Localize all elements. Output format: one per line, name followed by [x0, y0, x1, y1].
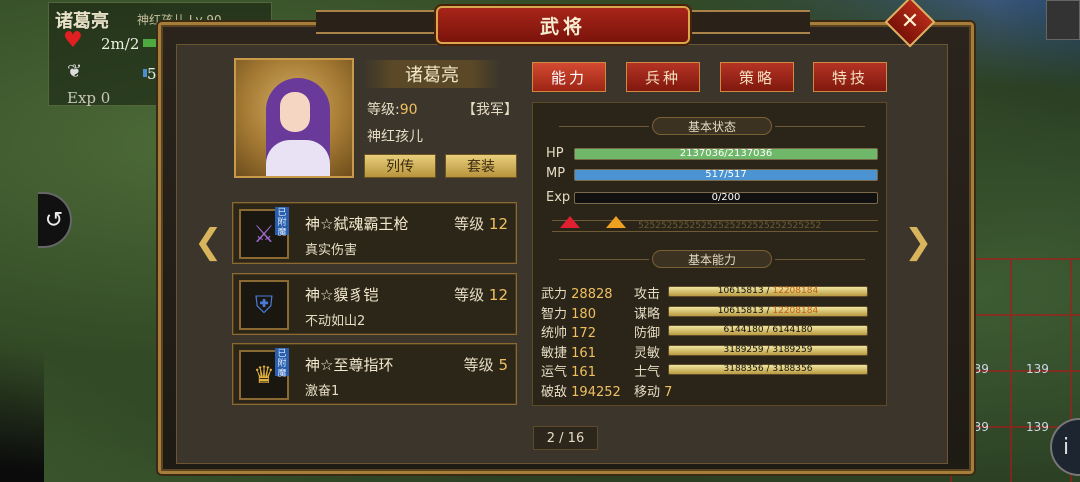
- hp-value: 2137036/2137036: [679, 148, 773, 159]
- tab-ability[interactable]: 能力: [532, 62, 606, 92]
- next-general-button[interactable]: ❯: [904, 222, 933, 262]
- equipment-name: 神☆弑魂霸王枪: [305, 215, 409, 233]
- exp-bar: 0/200: [574, 192, 878, 204]
- attribute-3: 敏捷 161: [541, 345, 596, 361]
- hp-label: HP: [546, 146, 564, 161]
- wing-icon: ❦: [67, 61, 83, 82]
- general-faction: 【我军】: [462, 102, 518, 118]
- basic-ability-heading: 基本能力: [559, 250, 865, 268]
- hp-bar: 2137036/2137036: [574, 148, 878, 160]
- unit-exp-text: Exp 0: [67, 89, 111, 107]
- attribute-1: 智力 180: [541, 306, 596, 322]
- close-icon: ✕: [900, 9, 920, 34]
- enchanted-badge: 已附魔: [275, 348, 289, 379]
- equipment-effect: 激奋1: [305, 384, 340, 399]
- heart-icon: ♥: [63, 28, 83, 53]
- equipment-level: 等级 12: [454, 286, 508, 304]
- equipment-level: 等级 5: [463, 356, 508, 374]
- mp-label: MP: [546, 166, 566, 181]
- unit-hp-text: 2m/2: [101, 35, 140, 53]
- derived-label-0: 攻击: [634, 287, 661, 302]
- level-up-arrow-red-icon: [560, 216, 580, 228]
- attribute-2: 统帅 172: [541, 326, 596, 342]
- title-ornament-right: [690, 10, 810, 34]
- equipment-slot-accessory[interactable]: ♛ 已附魔 神☆至尊指环 等级 5 激奋1: [232, 343, 517, 405]
- derived-label-2: 防御: [634, 326, 661, 342]
- exp-label: Exp: [546, 190, 571, 205]
- derived-label-4: 士气: [634, 365, 661, 381]
- title-ornament-left: [316, 10, 436, 34]
- equipment-slot-armor[interactable]: ⛨ 神☆貘豸铠 等级 12 不动如山2: [232, 273, 517, 335]
- tab-strategy[interactable]: 策略: [720, 62, 794, 92]
- grid-number: 139: [1026, 420, 1049, 434]
- general-title: 神红孩儿: [367, 129, 423, 145]
- minimap-corner[interactable]: [1046, 0, 1080, 40]
- move-stat: 移动 7: [634, 385, 673, 400]
- tab-troops[interactable]: 兵种: [626, 62, 700, 92]
- equipment-effect: 真实伤害: [305, 243, 358, 258]
- derived-bar-4: 3188356 / 3188356: [668, 364, 868, 376]
- level-up-arrow-orange-icon: [606, 216, 626, 228]
- enchanted-badge: 已附魔: [275, 207, 289, 238]
- basic-status-heading: 基本状态: [559, 117, 865, 135]
- derived-label-1: 谋略: [634, 306, 661, 322]
- derived-bar-1: 10615813 / 12208184: [668, 305, 868, 317]
- refresh-icon: ↺: [44, 207, 64, 233]
- attribute-5: 破敌 194252: [541, 385, 621, 400]
- derived-label-3: 灵敏: [634, 345, 661, 361]
- equipment-name: 神☆至尊指环: [305, 356, 394, 374]
- derived-bar-0: 10615813 / 12208184: [668, 286, 868, 297]
- tab-skills[interactable]: 特技: [813, 62, 887, 92]
- exp-value: 0/200: [711, 192, 741, 203]
- prev-general-button[interactable]: ❮: [194, 222, 223, 262]
- info-icon: i: [1062, 434, 1070, 460]
- equipment-name: 神☆貘豸铠: [305, 286, 379, 304]
- page-indicator: 2 / 16: [533, 426, 598, 450]
- derived-bar-3: 3189259 / 3189259: [668, 344, 868, 356]
- equipment-effect: 不动如山2: [305, 314, 366, 329]
- equipment-set-button[interactable]: 套装: [445, 154, 517, 178]
- attribute-0: 武力 28828: [541, 287, 613, 302]
- grid-number: 139: [1026, 362, 1049, 376]
- decorative-border: 52525252525252525252525252525252: [552, 220, 878, 232]
- biography-button[interactable]: 列传: [364, 154, 436, 178]
- mp-value: 517/517: [705, 169, 747, 180]
- derived-bar-2: 6144180 / 6144180: [668, 325, 868, 337]
- general-level: 等级:90: [367, 102, 418, 118]
- mp-bar: 517/517: [574, 169, 878, 181]
- general-portrait: [234, 58, 354, 178]
- armor-icon: ⛨: [239, 280, 289, 330]
- level-value: 90: [399, 102, 418, 118]
- equipment-level: 等级 12: [454, 215, 508, 233]
- general-name: 诸葛亮: [364, 60, 500, 88]
- dialog-title: 武将: [436, 6, 690, 44]
- attribute-4: 运气 161: [541, 365, 596, 381]
- equipment-slot-weapon[interactable]: ⚔ 已附魔 神☆弑魂霸王枪 等级 12 真实伤害: [232, 202, 517, 264]
